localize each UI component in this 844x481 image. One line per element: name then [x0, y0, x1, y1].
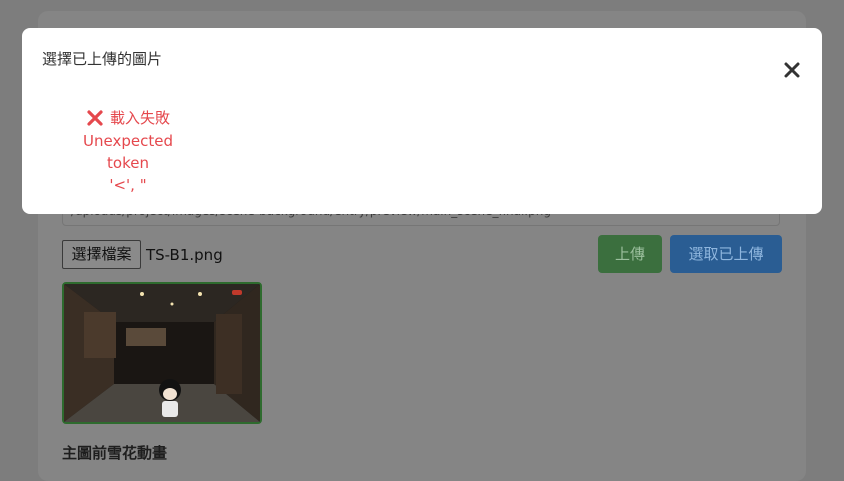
error-detail-line-1: Unexpected token: [83, 132, 173, 172]
x-mark-icon: [87, 110, 103, 126]
upload-button[interactable]: 上傳: [598, 235, 662, 273]
error-detail-line-2: '<', ": [109, 176, 147, 194]
selected-file-name: TS-B1.png: [146, 246, 223, 264]
close-icon: [784, 62, 800, 78]
load-error-message: 載入失敗 Unexpected token '<', ": [60, 106, 196, 196]
select-uploaded-image-modal: 選擇已上傳的圖片 載入失敗 Unexpected token '<', ": [22, 28, 822, 214]
preview-scene-image: [64, 284, 260, 422]
error-title: 載入失敗: [109, 109, 170, 127]
close-button[interactable]: [780, 58, 804, 82]
section-title: 主圖前雪花動畫: [62, 444, 168, 462]
modal-title: 選擇已上傳的圖片: [42, 50, 163, 68]
choose-file-button[interactable]: 選擇檔案: [62, 240, 141, 269]
pick-uploaded-button[interactable]: 選取已上傳: [670, 235, 782, 273]
image-preview: [62, 282, 262, 424]
